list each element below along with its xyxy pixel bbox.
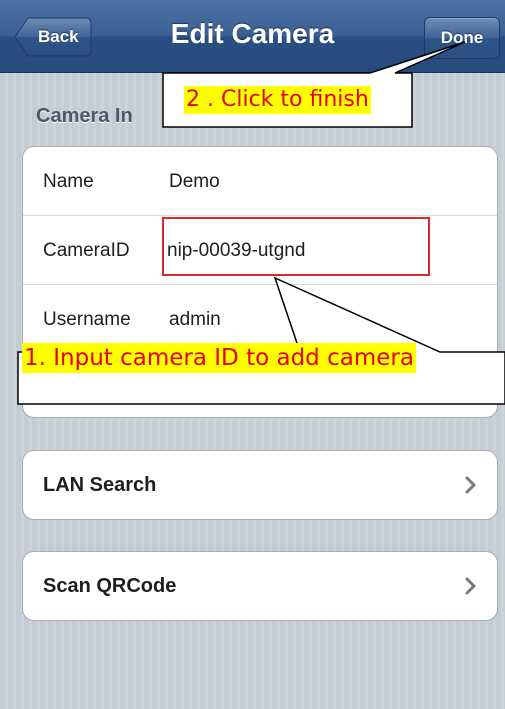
name-value[interactable]: Demo <box>169 171 220 193</box>
name-label: Name <box>43 171 94 192</box>
camera-id-highlight-box <box>162 217 430 276</box>
camera-id-label: CameraID <box>43 240 130 261</box>
lan-search-button[interactable]: LAN Search <box>22 450 498 520</box>
chevron-right-icon <box>465 476 476 494</box>
done-button[interactable]: Done <box>424 17 500 59</box>
scan-qrcode-button[interactable]: Scan QRCode <box>22 551 498 621</box>
annotation-step2: 2 . Click to finish <box>184 86 371 114</box>
name-row[interactable]: Name Demo <box>23 147 497 216</box>
username-label: Username <box>43 309 131 330</box>
username-value[interactable]: admin <box>169 309 221 331</box>
camera-info-group: Name Demo CameraID nip-00039-utgnd Usern… <box>22 146 498 418</box>
annotation-step1: 1. Input camera ID to add camera <box>22 343 416 373</box>
chevron-right-icon <box>465 577 476 595</box>
section-header: Camera In <box>36 105 133 127</box>
scan-qrcode-label: Scan QRCode <box>43 575 177 597</box>
navigation-bar: Back Edit Camera Done <box>0 0 505 73</box>
lan-search-label: LAN Search <box>43 474 157 496</box>
